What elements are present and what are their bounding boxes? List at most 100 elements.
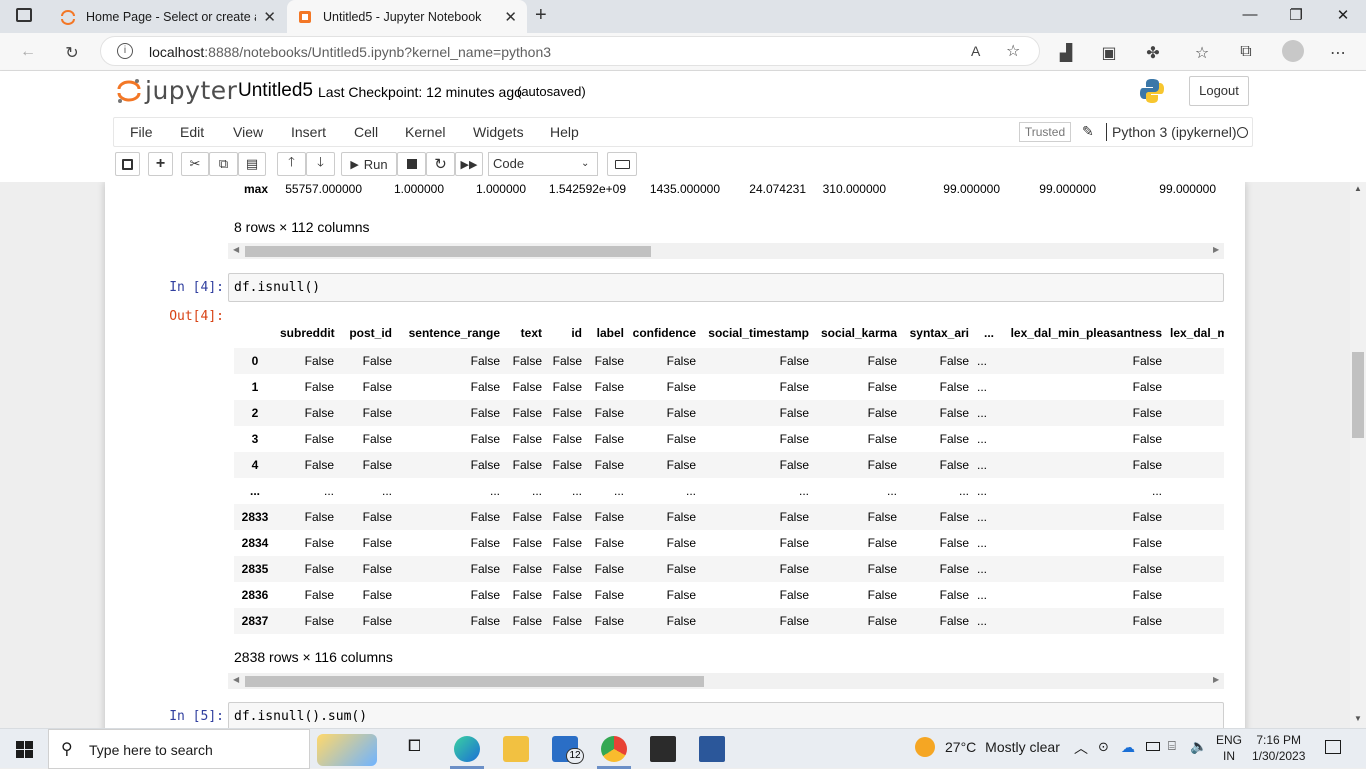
scroll-left-icon[interactable]: ◀ xyxy=(233,245,239,254)
jupyter-favicon-icon xyxy=(61,9,75,25)
clock[interactable]: 7:16 PM 1/30/2023 xyxy=(1252,732,1305,764)
more-options-icon[interactable]: ⋯ xyxy=(1328,43,1348,63)
task-view-icon[interactable]: ⧠ xyxy=(408,738,421,756)
language-indicator[interactable]: ENG IN xyxy=(1216,732,1242,764)
volume-icon[interactable]: 🔈 xyxy=(1190,738,1207,755)
cut-button[interactable]: ✂ xyxy=(181,152,209,176)
interrupt-button[interactable] xyxy=(397,152,426,176)
minimize-icon[interactable]: — xyxy=(1240,6,1260,23)
battery-icon[interactable] xyxy=(1146,742,1160,751)
terminal-icon[interactable] xyxy=(650,736,676,762)
tab-untitled5[interactable]: Untitled5 - Jupyter Notebook ✕ xyxy=(287,0,527,33)
profile-avatar[interactable] xyxy=(1282,40,1304,62)
table-cell: ... xyxy=(958,484,969,498)
taskbar-search-input[interactable]: ⚲ Type here to search xyxy=(48,729,377,769)
scroll-down-icon[interactable]: ▼ xyxy=(1354,714,1362,723)
performance-icon[interactable]: ▟ xyxy=(1056,43,1076,63)
copy-button[interactable]: ⧉ xyxy=(209,152,238,176)
restart-button[interactable]: ↻ xyxy=(426,152,455,176)
window-close-icon[interactable]: ✕ xyxy=(1333,6,1353,24)
insert-cell-button[interactable]: + xyxy=(148,152,173,176)
menu-cell[interactable]: Cell xyxy=(354,124,378,140)
scrollbar-thumb[interactable] xyxy=(245,676,704,687)
save-button[interactable] xyxy=(115,152,140,176)
onedrive-icon[interactable]: ☁ xyxy=(1121,739,1135,756)
extensions-icon[interactable]: ✤ xyxy=(1143,43,1163,63)
move-up-button[interactable]: 🡑 xyxy=(277,152,306,176)
menu-file[interactable]: File xyxy=(130,124,153,140)
table-cell: False xyxy=(628,608,700,634)
mail-icon[interactable]: 12 xyxy=(552,736,584,764)
kernel-status-icon xyxy=(1237,127,1248,138)
table-cell: False xyxy=(552,432,582,446)
restore-icon[interactable]: ❐ xyxy=(1286,6,1306,24)
table-cell: False xyxy=(546,348,586,374)
cell-type-select[interactable]: Code ⌄ xyxy=(488,152,598,176)
command-palette-button[interactable] xyxy=(607,152,637,176)
back-icon[interactable]: ← xyxy=(18,43,38,61)
scroll-left-icon[interactable]: ◀ xyxy=(233,675,239,684)
meet-now-icon[interactable]: ⊙ xyxy=(1098,739,1109,755)
horizontal-scrollbar[interactable]: ◀ ▶ xyxy=(228,243,1224,259)
site-info-icon[interactable]: i xyxy=(117,43,133,59)
logout-button[interactable]: Logout xyxy=(1189,76,1249,106)
page-vertical-scrollbar[interactable]: ▲ ▼ xyxy=(1350,182,1366,728)
notebook-name[interactable]: Untitled5 xyxy=(238,80,313,102)
refresh-icon[interactable]: ↻ xyxy=(62,43,82,63)
scroll-right-icon[interactable]: ▶ xyxy=(1213,245,1219,254)
paste-button[interactable]: ▤ xyxy=(238,152,266,176)
menu-kernel[interactable]: Kernel xyxy=(405,124,445,140)
windows-start-icon[interactable] xyxy=(16,741,33,758)
move-down-button[interactable]: 🡓 xyxy=(306,152,335,176)
scrollbar-thumb[interactable] xyxy=(1352,352,1364,438)
table-cell: False xyxy=(338,608,396,634)
word-icon[interactable] xyxy=(699,736,725,762)
read-aloud-icon[interactable]: A xyxy=(971,43,980,59)
collections-icon[interactable]: ⧉ xyxy=(1236,43,1256,61)
trusted-badge[interactable]: Trusted xyxy=(1019,122,1071,142)
table-cell: False xyxy=(304,588,334,602)
tab-actions-icon[interactable] xyxy=(16,8,32,22)
table-cell xyxy=(1166,374,1224,400)
kernel-name[interactable]: Python 3 (ipykernel) xyxy=(1112,124,1237,140)
favorites-icon[interactable]: ☆ xyxy=(1192,43,1212,63)
collections-app-icon[interactable]: ▣ xyxy=(1099,43,1119,63)
tab-home-page[interactable]: Home Page - Select or create a n ✕ xyxy=(50,0,286,33)
close-icon[interactable]: ✕ xyxy=(504,8,517,26)
edge-icon[interactable] xyxy=(454,736,480,762)
code-cell-input[interactable]: df.isnull() xyxy=(228,273,1224,302)
edit-pencil-icon[interactable]: ✎ xyxy=(1082,123,1094,140)
restart-run-all-button[interactable]: ▶▶ xyxy=(455,152,483,176)
table-cell: False xyxy=(813,348,901,374)
table-cell: False xyxy=(504,452,546,478)
horizontal-scrollbar[interactable]: ◀ ▶ xyxy=(228,673,1224,689)
mail-badge: 12 xyxy=(566,748,584,764)
scrollbar-thumb[interactable] xyxy=(245,246,651,257)
notifications-icon[interactable] xyxy=(1325,740,1341,754)
scroll-up-icon[interactable]: ▲ xyxy=(1354,184,1362,193)
favorite-add-icon[interactable]: ☆ xyxy=(1006,41,1020,61)
file-explorer-icon[interactable] xyxy=(503,736,529,762)
jupyter-logo-text[interactable]: jupyter xyxy=(145,76,237,105)
chevron-up-icon[interactable]: ︿ xyxy=(1074,738,1088,758)
jupyter-logo-icon[interactable] xyxy=(116,78,142,104)
menu-edit[interactable]: Edit xyxy=(180,124,204,140)
scroll-right-icon[interactable]: ▶ xyxy=(1213,675,1219,684)
table-cell xyxy=(1166,582,1224,608)
table-row: 2833 False False False False False False False F… xyxy=(234,504,1224,530)
menu-widgets[interactable]: Widgets xyxy=(473,124,524,140)
table-cell: ... xyxy=(798,484,809,498)
menu-view[interactable]: View xyxy=(233,124,263,140)
new-tab-icon[interactable]: + xyxy=(535,4,547,27)
code-cell-input[interactable]: df.isnull().sum() xyxy=(228,702,1224,728)
weather-widget[interactable]: 27°C Mostly clear xyxy=(945,739,1060,755)
run-button[interactable]: ▶ Run xyxy=(341,152,397,176)
search-highlight-icon[interactable] xyxy=(317,734,377,766)
table-cell: False xyxy=(700,400,813,426)
url-input[interactable]: i localhost:8888/notebooks/Untitled5.ipy… xyxy=(100,36,1040,66)
network-icon[interactable]: ⌸ xyxy=(1168,738,1176,754)
menu-insert[interactable]: Insert xyxy=(291,124,326,140)
close-icon[interactable]: ✕ xyxy=(263,8,276,26)
menu-help[interactable]: Help xyxy=(550,124,579,140)
chrome-icon[interactable] xyxy=(601,736,627,762)
